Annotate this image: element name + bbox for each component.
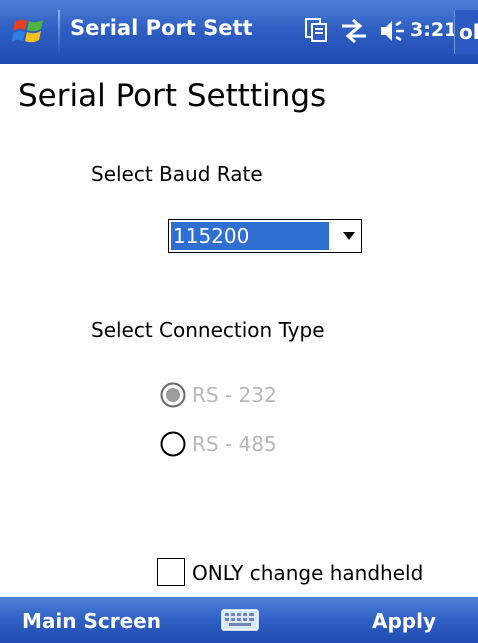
keyboard-icon[interactable] (221, 607, 259, 633)
windows-start-icon[interactable] (12, 14, 46, 48)
only-handheld-label: ONLY change handheld (192, 561, 424, 585)
main-screen-softkey[interactable]: Main Screen (22, 609, 161, 633)
connection-type-label: Select Connection Type (91, 318, 325, 342)
title-bar: Serial Port Sett 3:21 ok (0, 0, 478, 64)
baud-rate-select[interactable]: 115200 (168, 219, 362, 253)
ok-button[interactable]: ok (454, 10, 478, 54)
screen: Serial Port Sett 3:21 ok Serial Port Set… (0, 0, 478, 643)
cards-icon[interactable] (304, 17, 328, 43)
chevron-down-icon[interactable] (343, 232, 355, 240)
speaker-icon[interactable] (379, 18, 407, 44)
app-title: Serial Port Sett (70, 16, 253, 40)
apply-softkey[interactable]: Apply (372, 609, 436, 633)
radio-rs232[interactable] (160, 382, 186, 408)
radio-label-rs232: RS - 232 (192, 383, 277, 407)
page-title: Serial Port Setttings (18, 78, 327, 114)
baud-rate-label: Select Baud Rate (91, 162, 263, 186)
menu-bar: Main Screen Apply (0, 597, 478, 643)
clock: 3:21 (410, 19, 458, 41)
only-handheld-checkbox[interactable] (157, 558, 185, 586)
title-separator (58, 10, 60, 54)
baud-rate-value: 115200 (171, 222, 329, 250)
radio-rs485[interactable] (160, 431, 186, 457)
radio-label-rs485: RS - 485 (192, 432, 277, 456)
connectivity-icon[interactable] (339, 17, 369, 45)
